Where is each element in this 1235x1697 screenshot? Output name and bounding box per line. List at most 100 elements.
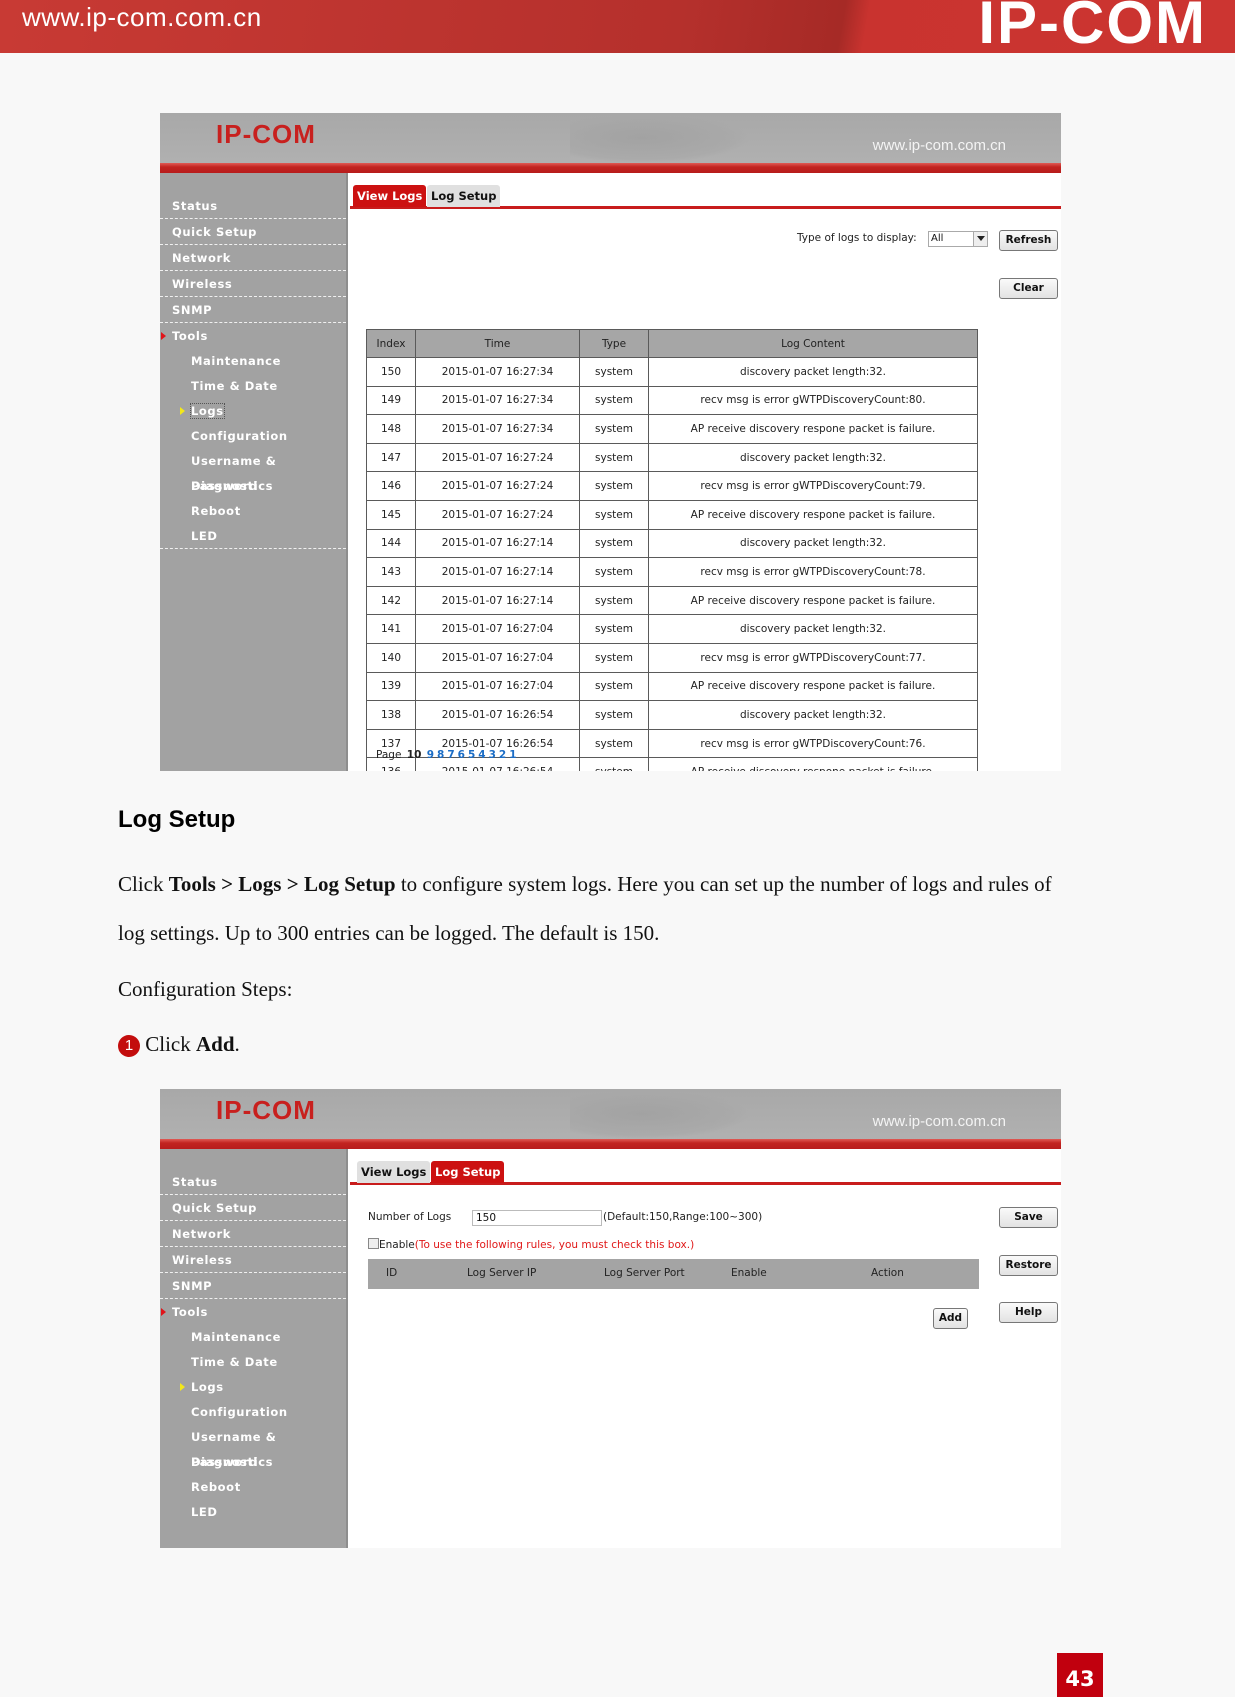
steps-label: Configuration Steps: [118, 977, 293, 1001]
sidebar-label: SNMP [172, 303, 213, 317]
cell-time: 2015-01-07 16:27:14 [415, 585, 580, 616]
tab-log-setup[interactable]: Log Setup [427, 185, 501, 207]
cell-type: system [579, 385, 649, 416]
sidebar-item-network[interactable]: Network [160, 245, 346, 271]
page-link[interactable]: 3 [489, 749, 496, 761]
dropdown-arrow-icon [973, 232, 987, 246]
sidebar-subitem-time-date[interactable]: Time & Date [160, 374, 346, 399]
cell-log-content: AP receive discovery respone packet is f… [648, 414, 978, 444]
page-link[interactable]: 8 [437, 749, 444, 761]
cell-time: 2015-01-07 16:27:04 [415, 671, 580, 702]
log-server-table-header: ID Log Server IP Log Server Port Enable … [368, 1259, 979, 1289]
save-button[interactable]: Save [999, 1207, 1058, 1228]
sidebar-label: Reboot [191, 1480, 241, 1494]
sidebar-subitem-configuration[interactable]: Configuration [160, 1400, 346, 1425]
cell-log-content: discovery packet length:32. [648, 357, 978, 387]
content-area: View Logs Log Setup Type of logs to disp… [350, 173, 1061, 771]
cell-time: 2015-01-07 16:27:34 [415, 357, 580, 387]
sidebar-subitem-diagnostics[interactable]: Diagnostics [160, 474, 346, 499]
router-url: www.ip-com.com.cn [872, 1113, 1006, 1130]
log-setup-screenshot: IP-COM www.ip-com.com.cn Status Quick Se… [160, 1089, 1061, 1548]
sidebar-item-status[interactable]: Status [160, 1169, 346, 1195]
sidebar-item-tools[interactable]: Tools [160, 323, 346, 349]
page-link[interactable]: 1 [509, 749, 516, 761]
sidebar-item-tools[interactable]: Tools [160, 1299, 346, 1325]
intro-paragraph-line2: log settings. Up to 300 entries can be l… [118, 921, 660, 945]
step-1: 1 Click Add. [118, 1032, 240, 1057]
tab-log-setup[interactable]: Log Setup [431, 1161, 505, 1183]
sidebar-item-quick-setup[interactable]: Quick Setup [160, 219, 346, 245]
sidebar-label: Time & Date [191, 379, 278, 393]
sidebar-item-network[interactable]: Network [160, 1221, 346, 1247]
cell-type: system [579, 757, 649, 771]
cell-index: 147 [366, 442, 416, 473]
sidebar-subitem-configuration[interactable]: Configuration [160, 424, 346, 449]
cell-type: system [579, 357, 649, 387]
cell-time: 2015-01-07 16:27:14 [415, 557, 580, 587]
tab-view-logs[interactable]: View Logs [353, 185, 427, 207]
clear-button[interactable]: Clear [999, 278, 1058, 299]
cell-log-content: discovery packet length:32. [648, 614, 978, 644]
sidebar-subitem-maintenance[interactable]: Maintenance [160, 1325, 346, 1350]
col-action: Action [871, 1267, 904, 1279]
sidebar-label: Maintenance [191, 1330, 281, 1344]
sidebar-item-snmp[interactable]: SNMP [160, 1273, 346, 1299]
cell-log-content: discovery packet length:32. [648, 442, 978, 473]
content-area: View Logs Log Setup Number of Logs 150 (… [350, 1149, 1061, 1548]
sidebar-item-quick-setup[interactable]: Quick Setup [160, 1195, 346, 1221]
sidebar-item-status[interactable]: Status [160, 193, 346, 219]
sidebar-subitem-time-date[interactable]: Time & Date [160, 1350, 346, 1375]
cell-time: 2015-01-07 16:27:24 [415, 471, 580, 501]
sidebar-subitem-logs[interactable]: Logs [160, 1375, 346, 1400]
sidebar-item-wireless[interactable]: Wireless [160, 271, 346, 297]
help-button[interactable]: Help [999, 1302, 1058, 1323]
cell-log-content: recv msg is error gWTPDiscoveryCount:79. [648, 471, 978, 501]
refresh-button[interactable]: Refresh [999, 230, 1058, 251]
col-enable: Enable [731, 1267, 767, 1279]
cell-time: 2015-01-07 16:27:24 [415, 442, 580, 473]
sidebar: Status Quick Setup Network Wireless SNMP… [160, 173, 348, 771]
cell-log-content: recv msg is error gWTPDiscoveryCount:78. [648, 557, 978, 587]
section-heading: Log Setup [118, 806, 236, 833]
table-row: 149 2015-01-07 16:27:34 system recv msg is … [366, 385, 978, 416]
page-link[interactable]: 9 [427, 749, 434, 761]
sidebar-item-snmp[interactable]: SNMP [160, 297, 346, 323]
sidebar-subitem-diagnostics[interactable]: Diagnostics [160, 1450, 346, 1475]
router-header: IP-COM www.ip-com.com.cn [160, 113, 1061, 173]
sidebar-subitem-logs[interactable]: Logs [160, 399, 346, 424]
add-button[interactable]: Add [933, 1308, 968, 1329]
page-link[interactable]: 2 [499, 749, 506, 761]
sidebar-subitem-reboot[interactable]: Reboot [160, 1475, 346, 1500]
text: . [234, 1032, 240, 1056]
sidebar-subitem-username-password[interactable]: Username & Password [160, 449, 346, 493]
sidebar-subitem-username-password[interactable]: Username & Password [160, 1425, 346, 1469]
view-logs-screenshot: IP-COM www.ip-com.com.cn Status Quick Se… [160, 113, 1061, 771]
cell-log-content: AP receive discovery respone packet is f… [648, 671, 978, 702]
cell-log-content: discovery packet length:32. [648, 700, 978, 730]
enable-checkbox[interactable] [368, 1238, 379, 1249]
log-type-select[interactable]: All [928, 231, 988, 247]
sidebar-subitem-reboot[interactable]: Reboot [160, 499, 346, 524]
step-number-badge: 1 [118, 1035, 140, 1057]
sidebar-label: Configuration [191, 429, 288, 443]
number-of-logs-input[interactable]: 150 [472, 1210, 602, 1226]
col-log-content: Log Content [648, 329, 978, 358]
tab-bar: View Logs Log Setup [350, 185, 1061, 209]
restore-button[interactable]: Restore [999, 1255, 1058, 1276]
cell-type: system [579, 499, 649, 530]
page-link[interactable]: 5 [468, 749, 475, 761]
page-link[interactable]: 7 [447, 749, 454, 761]
cell-index: 138 [366, 700, 416, 730]
page-link[interactable]: 4 [478, 749, 485, 761]
sidebar-label: Diagnostics [191, 1455, 274, 1469]
page-link[interactable]: 6 [458, 749, 465, 761]
cell-log-content: AP receive discovery respone packet is f… [648, 757, 978, 771]
tab-view-logs[interactable]: View Logs [357, 1161, 431, 1183]
sidebar-subitem-maintenance[interactable]: Maintenance [160, 349, 346, 374]
sidebar-subitem-led[interactable]: LED [160, 524, 346, 549]
sidebar-subitem-led[interactable]: LED [160, 1500, 346, 1525]
sidebar-item-wireless[interactable]: Wireless [160, 1247, 346, 1273]
log-type-value: All [931, 233, 944, 244]
sidebar-label: Status [172, 1175, 218, 1189]
sidebar-label: SNMP [172, 1279, 213, 1293]
